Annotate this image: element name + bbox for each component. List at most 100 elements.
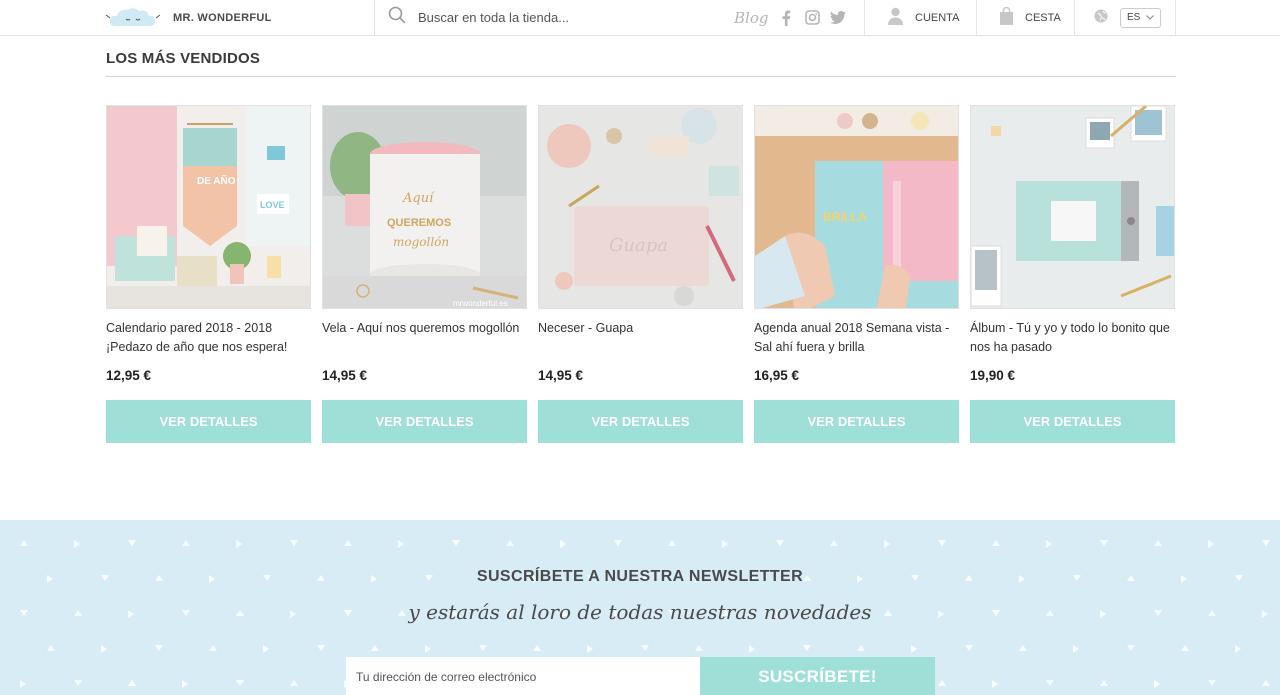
product-price: 16,95 € — [754, 368, 800, 383]
triangle-decoration — [128, 680, 136, 686]
triangle-decoration — [1046, 540, 1052, 548]
view-details-button[interactable]: VER DETALLES — [754, 400, 959, 443]
triangle-decoration — [641, 645, 649, 651]
triangle-decoration — [992, 680, 998, 688]
product-image[interactable] — [970, 105, 1175, 309]
triangle-decoration — [398, 540, 404, 548]
triangle-decoration — [1100, 680, 1108, 686]
language-select[interactable]: ES — [1120, 7, 1162, 28]
triangle-decoration — [155, 645, 163, 651]
account-link[interactable]: CUENTA — [888, 0, 959, 35]
triangle-decoration — [830, 540, 838, 546]
triangle-decoration — [74, 680, 82, 686]
triangle-decoration — [992, 540, 1000, 546]
svg-text:Aquí: Aquí — [402, 191, 435, 206]
triangle-decoration — [1073, 645, 1079, 653]
triangle-decoration — [263, 645, 269, 653]
triangle-decoration — [1235, 645, 1241, 653]
newsletter-subtitle: y estarás al loro de todas nuestras nove… — [408, 600, 872, 624]
email-input[interactable]: Tu dirección de correo electrónico — [346, 657, 700, 695]
product-name[interactable]: Neceser - Guapa — [538, 319, 743, 338]
brand-logo[interactable]: MR. WONDERFUL — [105, 0, 272, 35]
product-price: 12,95 € — [106, 368, 152, 383]
triangle-decoration — [290, 680, 298, 686]
view-details-button[interactable]: VER DETALLES — [106, 400, 311, 443]
product-image[interactable]: Aquí QUEREMOS mogollón mrwonderful.es — [322, 105, 527, 309]
instagram-icon[interactable] — [804, 10, 820, 26]
language-switcher[interactable]: ES — [1094, 0, 1162, 35]
view-details-button[interactable]: VER DETALLES — [538, 400, 743, 443]
newsletter-title: SUSCRÍBETE A NUESTRA NEWSLETTER — [476, 568, 804, 585]
triangle-decoration — [695, 645, 703, 651]
search-bar[interactable]: Buscar en toda la tienda... — [388, 0, 569, 35]
triangle-decoration — [236, 680, 244, 686]
product-name[interactable]: Calendario pared 2018 - 2018 ¡Pedazo de … — [106, 319, 311, 357]
section-title: LOS MÁS VENDIDOS — [106, 50, 261, 67]
triangle-decoration — [236, 540, 242, 548]
triangle-decoration — [803, 645, 811, 651]
cart-label: CESTA — [1025, 11, 1061, 24]
subscribe-button[interactable]: SUSCRÍBETE! — [700, 657, 935, 695]
image-watermark: mrwonderful.es — [453, 299, 508, 308]
triangle-decoration — [749, 645, 755, 653]
twitter-icon[interactable] — [830, 10, 847, 26]
user-icon — [888, 7, 903, 28]
header-divider — [374, 0, 375, 36]
cloud-logo-icon — [105, 6, 161, 30]
triangle-decoration — [1046, 680, 1054, 686]
site-header: MR. WONDERFUL Buscar en toda la tienda..… — [0, 0, 1280, 36]
product-grid: DE AÑO LOVE Calendario pared 2018 - 2018… — [106, 105, 1176, 445]
view-details-button[interactable]: VER DETALLES — [970, 400, 1175, 443]
triangle-decoration — [884, 540, 890, 548]
triangle-decoration — [614, 540, 622, 546]
triangle-decoration — [560, 540, 566, 548]
view-details-button[interactable]: VER DETALLES — [322, 400, 527, 443]
triangle-decoration — [290, 540, 298, 546]
triangle-decoration — [20, 540, 28, 546]
product-card: Guapa Neceser - Guapa 14,95 € VER DETALL… — [538, 105, 743, 445]
account-label: CUENTA — [915, 11, 960, 24]
triangle-decoration — [452, 540, 460, 546]
bag-icon — [1000, 6, 1013, 28]
product-name[interactable]: Agenda anual 2018 Semana vista - Sal ahí… — [754, 319, 959, 357]
triangle-decoration — [317, 645, 325, 651]
triangle-decoration — [182, 680, 188, 688]
facebook-icon[interactable] — [778, 10, 794, 26]
triangle-decoration — [722, 540, 728, 548]
product-card: Aquí QUEREMOS mogollón mrwonderful.es Ve… — [322, 105, 527, 445]
triangle-decoration — [1019, 645, 1027, 651]
product-image[interactable]: Guapa — [538, 105, 743, 309]
product-name[interactable]: Álbum - Tú y yo y todo lo bonito que nos… — [970, 319, 1175, 357]
triangle-decoration — [479, 645, 487, 651]
triangle-decoration — [776, 540, 784, 546]
triangle-decoration — [101, 645, 107, 653]
triangle-decoration — [1100, 540, 1108, 546]
triangle-decoration — [506, 540, 514, 546]
section-divider — [106, 76, 1176, 77]
product-image[interactable]: BRILLA — [754, 105, 959, 309]
product-name[interactable]: Vela - Aquí nos queremos mogollón — [322, 319, 527, 338]
globe-icon — [1094, 9, 1108, 26]
triangle-decoration — [344, 540, 352, 546]
search-input[interactable]: Buscar en toda la tienda... — [418, 10, 569, 25]
triangle-decoration — [425, 645, 431, 653]
triangle-decoration — [20, 680, 26, 688]
header-divider — [976, 0, 977, 36]
svg-text:LOVE: LOVE — [260, 200, 285, 210]
language-value: ES — [1127, 12, 1141, 23]
svg-text:mogollón: mogollón — [393, 235, 449, 249]
triangle-decoration — [1181, 645, 1189, 651]
triangle-decoration — [128, 540, 136, 546]
svg-text:QUEREMOS: QUEREMOS — [387, 217, 451, 229]
cart-link[interactable]: CESTA — [1000, 0, 1061, 35]
triangle-decoration — [182, 540, 190, 546]
product-image[interactable]: DE AÑO LOVE — [106, 105, 311, 309]
triangle-decoration — [1154, 540, 1162, 546]
triangle-decoration — [1154, 680, 1160, 688]
triangle-decoration — [47, 645, 55, 651]
blog-link[interactable]: Blog — [734, 9, 768, 27]
triangle-decoration — [209, 645, 217, 651]
triangle-decoration — [668, 540, 676, 546]
triangle-decoration — [911, 645, 917, 653]
svg-text:Guapa: Guapa — [609, 235, 668, 256]
